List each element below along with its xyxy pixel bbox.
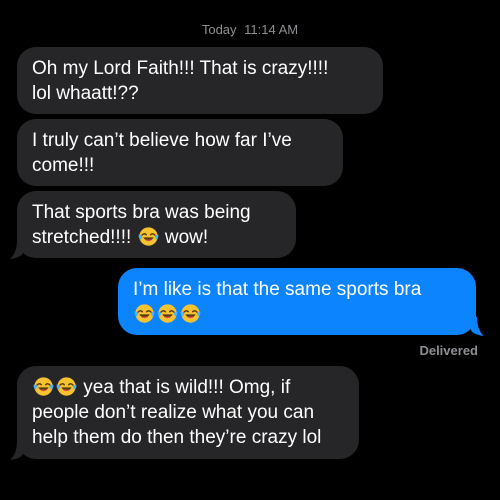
face-with-tears-of-joy-icon (33, 376, 54, 397)
message-text-line: yea that is wild!!! Omg, if (32, 375, 344, 400)
message-text-line: lol whaatt!?? (32, 83, 139, 104)
message-text-line: help them do then they’re crazy lol (32, 427, 322, 448)
message-text-segment: yea that is wild!!! Omg, if (83, 377, 291, 398)
conversation-timestamp: Today 11:14 AM (0, 22, 500, 37)
message-text-line: That sports bra was being (32, 202, 251, 223)
message-bubble-incoming[interactable]: yea that is wild!!! Omg, if people don’t… (17, 366, 359, 459)
bubble-tail-incoming (10, 441, 23, 460)
bubble-tail-outgoing (471, 317, 484, 336)
face-with-tears-of-joy-icon (56, 376, 77, 397)
message-text-line: stretched!!!! wow! (32, 225, 281, 250)
message-bubble-incoming[interactable]: Oh my Lord Faith!!! That is crazy!!!! lo… (17, 47, 383, 114)
message-text-line: come!!! (32, 155, 95, 176)
face-with-tears-of-joy-icon (157, 303, 178, 324)
delivery-status: Delivered (419, 343, 478, 358)
message-text-segment: stretched!!!! (32, 227, 132, 248)
message-emoji-row (133, 302, 461, 327)
message-bubble-incoming[interactable]: That sports bra was being stretched!!!! … (17, 191, 296, 258)
message-text-line: I’m like is that the same sports bra (133, 279, 422, 300)
timestamp-time: 11:14 AM (244, 22, 299, 37)
message-text-segment: wow! (164, 227, 209, 248)
message-text-line: I truly can’t believe how far I’ve (32, 130, 292, 151)
face-with-tears-of-joy-icon (180, 303, 201, 324)
message-text-line: Oh my Lord Faith!!! That is crazy!!!! (32, 58, 329, 79)
timestamp-day: Today (201, 22, 237, 37)
face-with-tears-of-joy-icon (138, 226, 159, 247)
message-bubble-incoming[interactable]: I truly can’t believe how far I’ve come!… (17, 119, 343, 186)
message-bubble-outgoing[interactable]: I’m like is that the same sports bra (118, 268, 476, 335)
face-with-tears-of-joy-icon (134, 303, 155, 324)
message-text-line: people don’t realize what you can (32, 402, 315, 423)
bubble-tail-incoming (10, 240, 23, 259)
